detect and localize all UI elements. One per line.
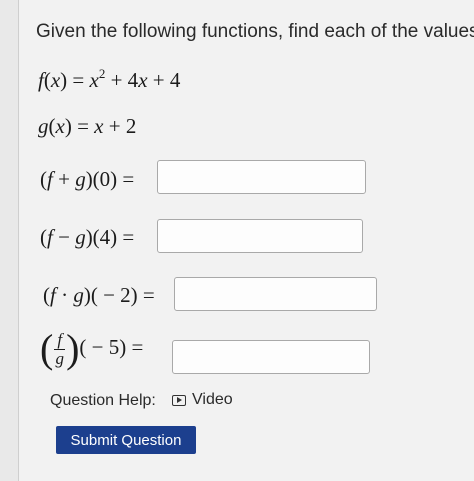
video-help-link[interactable]: Video	[172, 391, 233, 409]
product-expression-label: (f · g)( − 2) =	[43, 283, 155, 307]
question-help-label: Question Help:	[50, 392, 156, 409]
product-answer-input[interactable]	[174, 277, 377, 311]
quotient-answer-input[interactable]	[172, 340, 370, 374]
submit-question-button[interactable]: Submit Question	[56, 426, 196, 454]
function-f-definition: f(x) = x2 + 4x + 4	[38, 66, 181, 92]
sum-answer-input[interactable]	[157, 160, 366, 194]
difference-expression-label: (f − g)(4) =	[40, 225, 135, 249]
video-link-label: Video	[192, 391, 233, 408]
difference-answer-input[interactable]	[157, 219, 363, 253]
sum-expression-label: (f + g)(0) =	[40, 167, 135, 191]
play-video-icon	[172, 394, 186, 406]
question-prompt: Given the following functions, find each…	[36, 21, 474, 42]
quotient-expression-label: (f g)( − 5) =	[40, 326, 144, 371]
function-g-definition: g(x) = x + 2	[38, 114, 137, 138]
